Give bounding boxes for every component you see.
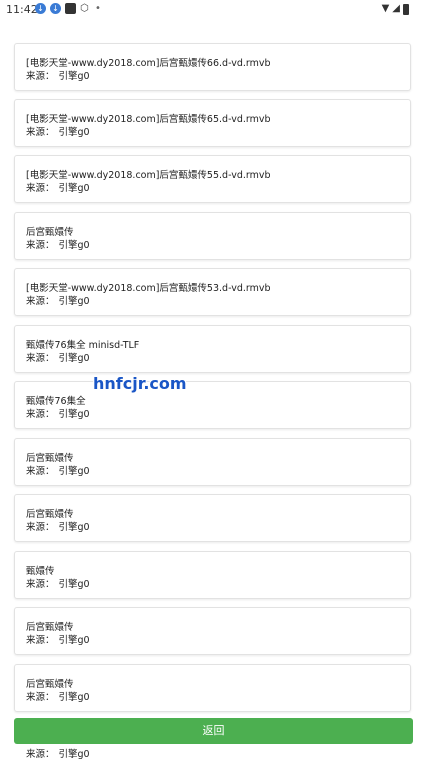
source-label: 来源：	[26, 127, 55, 138]
result-title: [电影天堂-www.dy2018.com]后宫甄嬛传55.d-vd.rmvb	[26, 170, 271, 181]
signal-icon: ◢	[392, 3, 400, 14]
source-label: 来源：	[26, 296, 55, 307]
result-source: 来源： 引擎g0	[26, 293, 90, 307]
result-title: 甄嬛传76集全 minisd-TLF	[26, 340, 140, 351]
battery-icon	[403, 3, 409, 15]
result-source: 来源： 引擎g0	[26, 519, 90, 533]
result-title: [电影天堂-www.dy2018.com]后宫甄嬛传66.d-vd.rmvb	[26, 58, 271, 69]
source-value: 引擎g0	[58, 409, 90, 420]
result-title: 甄嬛传	[26, 566, 55, 577]
result-card[interactable]: [电影天堂-www.dy2018.com]后宫甄嬛传55.d-vd.rmvb 来…	[14, 155, 411, 203]
result-card[interactable]: 甄嬛传 来源： 引擎g0	[14, 551, 411, 599]
result-card[interactable]: 后宫甄嬛传 来源： 引擎g0	[14, 607, 411, 655]
result-card[interactable]: 后宫甄嬛传 来源： 引擎g0	[14, 438, 411, 486]
source-label: 来源：	[26, 749, 55, 760]
source-value: 引擎g0	[58, 296, 90, 307]
source-value: 引擎g0	[58, 353, 90, 364]
dot-icon: •	[95, 3, 101, 14]
result-source: 来源： 引擎g0	[26, 68, 90, 82]
result-source: 来源： 引擎g0	[26, 463, 90, 477]
source-label: 来源：	[26, 635, 55, 646]
result-card[interactable]: [电影天堂-www.dy2018.com]后宫甄嬛传65.d-vd.rmvb 来…	[14, 99, 411, 147]
result-title: [电影天堂-www.dy2018.com]后宫甄嬛传53.d-vd.rmvb	[26, 283, 271, 294]
result-title: 后宫甄嬛传	[26, 622, 74, 633]
source-value: 引擎g0	[58, 183, 90, 194]
result-source: 来源： 引擎g0	[26, 406, 90, 420]
source-value: 引擎g0	[58, 692, 90, 703]
result-title: 甄嬛传76集全	[26, 396, 86, 407]
result-title: 后宫甄嬛传	[26, 509, 74, 520]
result-list: [电影天堂-www.dy2018.com]后宫甄嬛传66.d-vd.rmvb 来…	[0, 0, 427, 760]
result-card[interactable]: 甄嬛传76集全 minisd-TLF 来源： 引擎g0	[14, 325, 411, 373]
result-source: 来源： 引擎g0	[26, 576, 90, 590]
result-title: 后宫甄嬛传	[26, 679, 74, 690]
source-value: 引擎g0	[58, 749, 90, 760]
trailing-result-source: 来源： 引擎g0	[26, 746, 90, 760]
result-source: 来源： 引擎g0	[26, 124, 90, 138]
status-time: 11:42	[6, 3, 38, 16]
result-card[interactable]: 后宫甄嬛传 来源： 引擎g0	[14, 664, 411, 712]
source-value: 引擎g0	[58, 522, 90, 533]
result-title: [电影天堂-www.dy2018.com]后宫甄嬛传65.d-vd.rmvb	[26, 114, 271, 125]
back-button[interactable]: 返回	[14, 718, 413, 744]
app-square-icon	[65, 3, 76, 14]
source-label: 来源：	[26, 353, 55, 364]
source-label: 来源：	[26, 466, 55, 477]
source-label: 来源：	[26, 240, 55, 251]
source-label: 来源：	[26, 522, 55, 533]
result-title: 后宫甄嬛传	[26, 227, 74, 238]
wifi-icon: ▼	[381, 3, 390, 14]
source-value: 引擎g0	[58, 635, 90, 646]
result-card[interactable]: 后宫甄嬛传 来源： 引擎g0	[14, 494, 411, 542]
result-card[interactable]: [电影天堂-www.dy2018.com]后宫甄嬛传53.d-vd.rmvb 来…	[14, 268, 411, 316]
cube-icon: ⬡	[80, 3, 89, 14]
result-source: 来源： 引擎g0	[26, 237, 90, 251]
status-system-icons: ▼ ◢	[382, 3, 409, 15]
notification-blue-icon: ↓	[50, 3, 61, 14]
source-value: 引擎g0	[58, 127, 90, 138]
status-bar: 11:42 ↓ ↓ ⬡ • ▼ ◢	[0, 0, 427, 20]
result-source: 来源： 引擎g0	[26, 180, 90, 194]
result-card[interactable]: 甄嬛传76集全 来源： 引擎g0	[14, 381, 411, 429]
source-value: 引擎g0	[58, 71, 90, 82]
source-value: 引擎g0	[58, 579, 90, 590]
source-label: 来源：	[26, 71, 55, 82]
result-source: 来源： 引擎g0	[26, 689, 90, 703]
status-notification-icons: ↓ ↓ ⬡ •	[35, 3, 101, 14]
result-source: 来源： 引擎g0	[26, 632, 90, 646]
notification-blue-icon: ↓	[35, 3, 46, 14]
source-value: 引擎g0	[58, 466, 90, 477]
result-card[interactable]: [电影天堂-www.dy2018.com]后宫甄嬛传66.d-vd.rmvb 来…	[14, 43, 411, 91]
source-value: 引擎g0	[58, 240, 90, 251]
source-label: 来源：	[26, 183, 55, 194]
source-label: 来源：	[26, 692, 55, 703]
source-label: 来源：	[26, 409, 55, 420]
watermark-logo: hnfcjr.com	[93, 374, 187, 393]
source-label: 来源：	[26, 579, 55, 590]
result-card[interactable]: 后宫甄嬛传 来源： 引擎g0	[14, 212, 411, 260]
result-title: 后宫甄嬛传	[26, 453, 74, 464]
result-source: 来源： 引擎g0	[26, 350, 90, 364]
